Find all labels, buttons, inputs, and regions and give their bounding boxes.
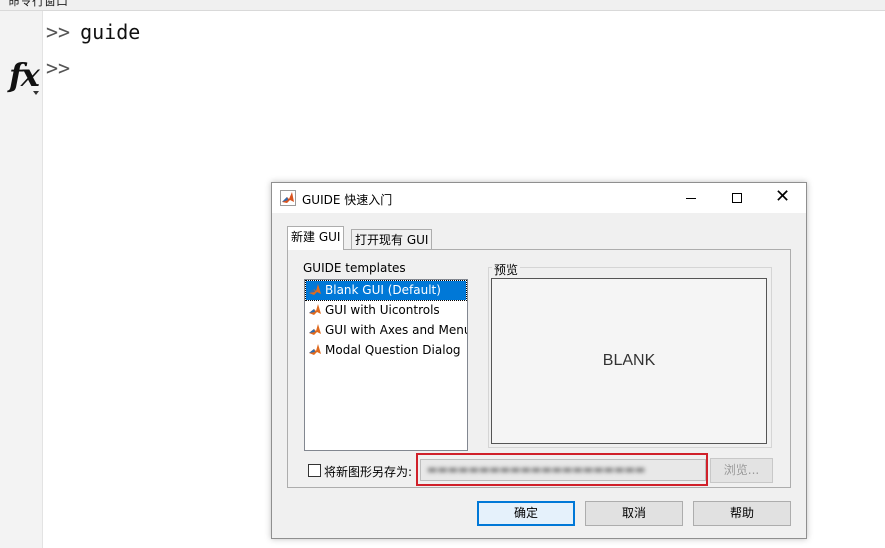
tab-new-gui[interactable]: 新建 GUI bbox=[287, 226, 345, 250]
template-label: GUI with Uicontrols bbox=[325, 303, 440, 317]
function-browser-icon[interactable]: fx bbox=[9, 59, 40, 91]
minimize-icon bbox=[686, 198, 696, 199]
matlab-logo-icon bbox=[309, 284, 321, 295]
list-item[interactable]: GUI with Uicontrols bbox=[306, 301, 466, 320]
maximize-button[interactable] bbox=[714, 183, 760, 213]
close-button[interactable]: ✕ bbox=[760, 183, 806, 213]
command-line-current[interactable]: >> bbox=[46, 56, 80, 80]
maximize-icon bbox=[732, 193, 742, 203]
save-as-label: 将新图形另存为: bbox=[324, 465, 413, 479]
cancel-button[interactable]: 取消 bbox=[585, 501, 683, 526]
list-item[interactable]: Modal Question Dialog bbox=[306, 341, 466, 360]
help-button[interactable]: 帮助 bbox=[693, 501, 791, 526]
preview-area: BLANK bbox=[491, 278, 767, 444]
template-label: Blank GUI (Default) bbox=[325, 283, 441, 297]
matlab-logo-icon bbox=[309, 324, 321, 335]
command-window-gutter: fx bbox=[0, 11, 43, 548]
dialog-titlebar[interactable]: GUIDE 快速入门 ✕ bbox=[272, 183, 806, 213]
preview-text: BLANK bbox=[602, 352, 656, 369]
browse-button[interactable]: 浏览... bbox=[710, 458, 773, 483]
close-icon: ✕ bbox=[775, 186, 791, 207]
command-window-header: 命令行窗口 bbox=[0, 0, 885, 11]
minimize-button[interactable] bbox=[668, 183, 714, 213]
matlab-logo-icon bbox=[309, 304, 321, 315]
template-label: GUI with Axes and Menu bbox=[325, 323, 468, 337]
list-item[interactable]: GUI with Axes and Menu bbox=[306, 321, 468, 340]
guide-quick-start-dialog: GUIDE 快速入门 ✕ 新建 GUI 打开现有 GUI GUIDE templ… bbox=[271, 182, 807, 539]
ok-button[interactable]: 确定 bbox=[477, 501, 575, 526]
tab-open-existing-gui[interactable]: 打开现有 GUI bbox=[351, 229, 433, 250]
list-item[interactable]: Blank GUI (Default) bbox=[305, 280, 467, 301]
matlab-logo-icon bbox=[280, 190, 296, 206]
preview-label: 预览 bbox=[492, 261, 521, 278]
fx-dropdown-icon[interactable] bbox=[33, 91, 39, 95]
templates-label: GUIDE templates bbox=[303, 261, 406, 275]
command-line-history: >> guide bbox=[46, 20, 140, 44]
command-prompt: >> bbox=[46, 56, 71, 80]
template-label: Modal Question Dialog bbox=[325, 343, 461, 357]
templates-list[interactable]: Blank GUI (Default) GUI with Uicontrols … bbox=[304, 279, 468, 451]
save-as-checkbox[interactable] bbox=[308, 464, 321, 477]
command-text: guide bbox=[80, 20, 141, 44]
highlight-annotation bbox=[416, 453, 708, 486]
matlab-logo-icon bbox=[309, 344, 321, 355]
command-prompt: >> bbox=[46, 20, 71, 44]
command-window-title: 命令行窗口 bbox=[8, 0, 69, 8]
dialog-title: GUIDE 快速入门 bbox=[302, 193, 393, 207]
